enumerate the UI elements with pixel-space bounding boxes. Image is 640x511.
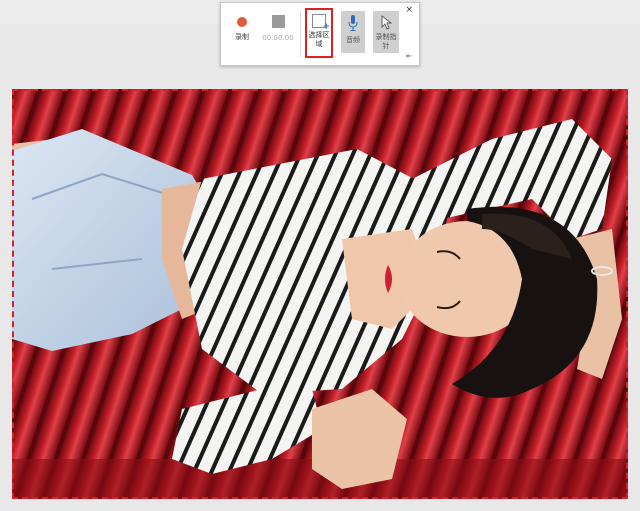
select-area-button[interactable]: + 选择区域 bbox=[305, 8, 333, 58]
screen-recording-toolbar: 录制 00:00:00 + 选择区域 音频 录制指针 × ⇤ bbox=[220, 2, 420, 66]
dock-pin-icon[interactable]: ⇤ bbox=[406, 53, 412, 60]
select-area-icon: + bbox=[312, 14, 330, 32]
stop-square-icon bbox=[271, 15, 285, 28]
select-area-label: 选择区域 bbox=[308, 31, 330, 48]
audio-label: 音频 bbox=[346, 36, 360, 44]
slide-photo bbox=[12, 89, 628, 499]
stop-button[interactable]: 00:00:00 bbox=[261, 3, 295, 65]
toolbar-divider bbox=[300, 11, 301, 57]
record-label: 录制 bbox=[235, 33, 249, 41]
microphone-icon bbox=[348, 15, 358, 31]
timer-display: 00:00:00 bbox=[262, 34, 294, 42]
record-dot-icon bbox=[237, 17, 247, 27]
close-icon[interactable]: × bbox=[405, 6, 413, 15]
photo-illustration bbox=[12, 89, 628, 499]
record-pointer-label: 录制指针 bbox=[375, 33, 397, 50]
audio-toggle[interactable]: 音频 bbox=[341, 11, 365, 53]
record-pointer-toggle[interactable]: 录制指针 bbox=[373, 11, 399, 53]
cursor-arrow-icon bbox=[381, 15, 392, 30]
plus-icon: + bbox=[322, 22, 330, 32]
record-button[interactable]: 录制 bbox=[229, 3, 255, 65]
